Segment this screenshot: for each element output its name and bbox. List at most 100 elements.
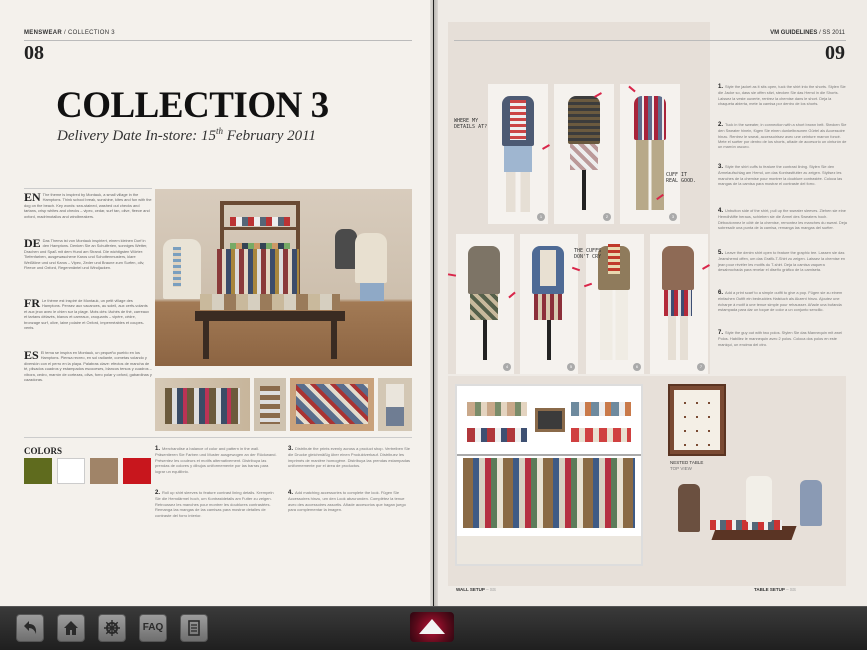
thumbnail-photo-4 xyxy=(378,378,412,431)
folded-stack xyxy=(200,294,340,310)
lang-block-fr: FR Le thème est inspiré de Montauk, un pe… xyxy=(24,296,152,331)
camo-shorts xyxy=(470,294,498,320)
store-display-photo xyxy=(155,189,412,366)
step-text: Add a print scarf to a simple outfit to … xyxy=(718,290,843,312)
folded-items-grid xyxy=(674,390,720,450)
merch-note-4: 4. Add matching accessories to complete t… xyxy=(288,490,412,513)
folded-stack xyxy=(571,402,631,416)
header-section: SS 2011 xyxy=(822,30,845,36)
merch-note-2: 2. Roll up shirt sleeves to feature contr… xyxy=(155,490,279,518)
styling-step-3: 3. Style the shirt cuffs to feature the c… xyxy=(718,164,848,186)
lang-text: Le thème est inspiré de Montauk, un peti… xyxy=(24,298,150,331)
print-scarf xyxy=(608,244,620,274)
note-number: 2. xyxy=(155,490,161,496)
back-button[interactable] xyxy=(16,614,44,642)
lang-code: FR xyxy=(24,296,40,310)
top-view-label: TOP VIEW xyxy=(670,466,692,471)
caption-label: WALL SETUP xyxy=(456,587,485,592)
subtitle-suffix: February 2011 xyxy=(223,128,317,144)
lang-code: DE xyxy=(24,236,41,250)
book-spine-shadow xyxy=(430,0,438,606)
mannequin-left xyxy=(163,239,201,299)
table-leg xyxy=(331,321,337,359)
step-number: 5. xyxy=(718,250,724,256)
mannequin xyxy=(800,480,822,526)
polo xyxy=(662,246,694,290)
setup-illustration-panel: NESTED TABLE TOP VIEW xyxy=(448,376,846,586)
garments xyxy=(386,384,404,426)
divider xyxy=(24,437,412,438)
styling-step-5: 5. Leave the denim shirt open to feature … xyxy=(718,250,848,272)
lang-code: EN xyxy=(24,190,41,204)
lang-code: ES xyxy=(24,348,39,362)
header-section: COLLECTION 3 xyxy=(67,30,115,36)
home-button[interactable] xyxy=(57,614,85,642)
up-triangle-icon xyxy=(419,619,445,634)
scarf xyxy=(173,247,181,287)
mannequin-jacket xyxy=(335,229,357,269)
clothing-rack xyxy=(217,249,299,299)
note-number: 1. xyxy=(155,446,161,452)
note-text: Roll up shirt sleeves to feature contras… xyxy=(155,490,274,518)
color-swatch-olive xyxy=(24,458,52,484)
lang-text: The theme is inspired by Montauk, a smal… xyxy=(24,192,152,219)
sweater xyxy=(568,96,600,144)
table-setup-caption: TABLE SETUP – SS xyxy=(754,587,796,592)
outfit-photo-3: 3 xyxy=(620,84,680,224)
subtitle-sup: th xyxy=(215,126,223,136)
mannequin-stand xyxy=(582,170,586,210)
white-pants xyxy=(600,290,628,360)
wall-base xyxy=(457,536,641,564)
expand-pages-button[interactable] xyxy=(410,612,454,642)
mannequin xyxy=(678,484,700,532)
color-swatch-tan xyxy=(90,458,118,484)
faq-button[interactable]: FAQ xyxy=(139,614,167,642)
handwritten-annotation: CUFF IT REAL GOOD. xyxy=(666,172,697,184)
styling-step-7: 7. Style the guy out with two polos. Styl… xyxy=(718,330,848,347)
faq-label: FAQ xyxy=(142,622,164,633)
table-setup-illustration xyxy=(674,476,834,566)
mannequin-right xyxy=(355,233,387,283)
legs xyxy=(506,172,530,212)
step-number: 2. xyxy=(718,122,724,128)
note-number: 4. xyxy=(288,490,294,496)
notes-button[interactable] xyxy=(180,614,208,642)
outfit-number-badge: 3 xyxy=(669,213,677,221)
wall-setup-caption: WALL SETUP – SS xyxy=(456,587,496,592)
settings-button[interactable] xyxy=(98,614,126,642)
outfit-number-badge: 1 xyxy=(537,213,545,221)
subtitle-prefix: Delivery Date In-store: 15 xyxy=(57,128,216,144)
note-number: 3. xyxy=(288,446,294,452)
framed-picture xyxy=(535,408,565,432)
step-text: Style the jacket as it sits open, tuck t… xyxy=(718,84,846,106)
divider xyxy=(24,188,152,189)
outfit-number-badge: 2 xyxy=(603,213,611,221)
step-text: Leave the denim shirt open to feature th… xyxy=(718,250,846,272)
lang-text: Das Thema ist von Montauk inspiriert, ei… xyxy=(24,238,148,271)
hanging-garments xyxy=(463,458,635,528)
shirt xyxy=(510,100,526,140)
wall-setup-illustration xyxy=(455,384,643,566)
handwritten-annotation: WHERE MY DETAILS AT? xyxy=(454,118,488,130)
denim-shorts xyxy=(360,283,384,301)
hanging-rail xyxy=(457,454,641,456)
plaid-shorts xyxy=(664,290,692,316)
step-number: 6. xyxy=(718,290,724,296)
merch-note-1: 1. Merchandise a balance of color and pat… xyxy=(155,446,279,474)
ship-wheel-icon xyxy=(104,620,120,636)
mannequin-stand xyxy=(547,320,551,360)
note-text: Merchandise a balance of color and patte… xyxy=(155,446,277,474)
notepad-icon xyxy=(188,620,200,636)
outfit-number-badge: 7 xyxy=(697,363,705,371)
outfit-photo-5: 5 xyxy=(520,234,578,374)
back-arrow-icon xyxy=(24,621,37,634)
left-page-header: MENSWEAR / COLLECTION 3 xyxy=(24,30,115,36)
thumbnail-photo-1 xyxy=(155,378,250,431)
plaid-shirt xyxy=(634,96,666,140)
delivery-date-subtitle: Delivery Date In-store: 15th February 20… xyxy=(57,126,316,145)
graphic-tee xyxy=(540,250,556,286)
folded-stack xyxy=(571,428,631,442)
step-text: Unbutton side of the shirt, pull up the … xyxy=(718,208,847,230)
right-page: VM GUIDELINES / SS 2011 09 1 2 3 4 5 6 7… xyxy=(434,0,867,606)
table-leg xyxy=(203,321,209,359)
